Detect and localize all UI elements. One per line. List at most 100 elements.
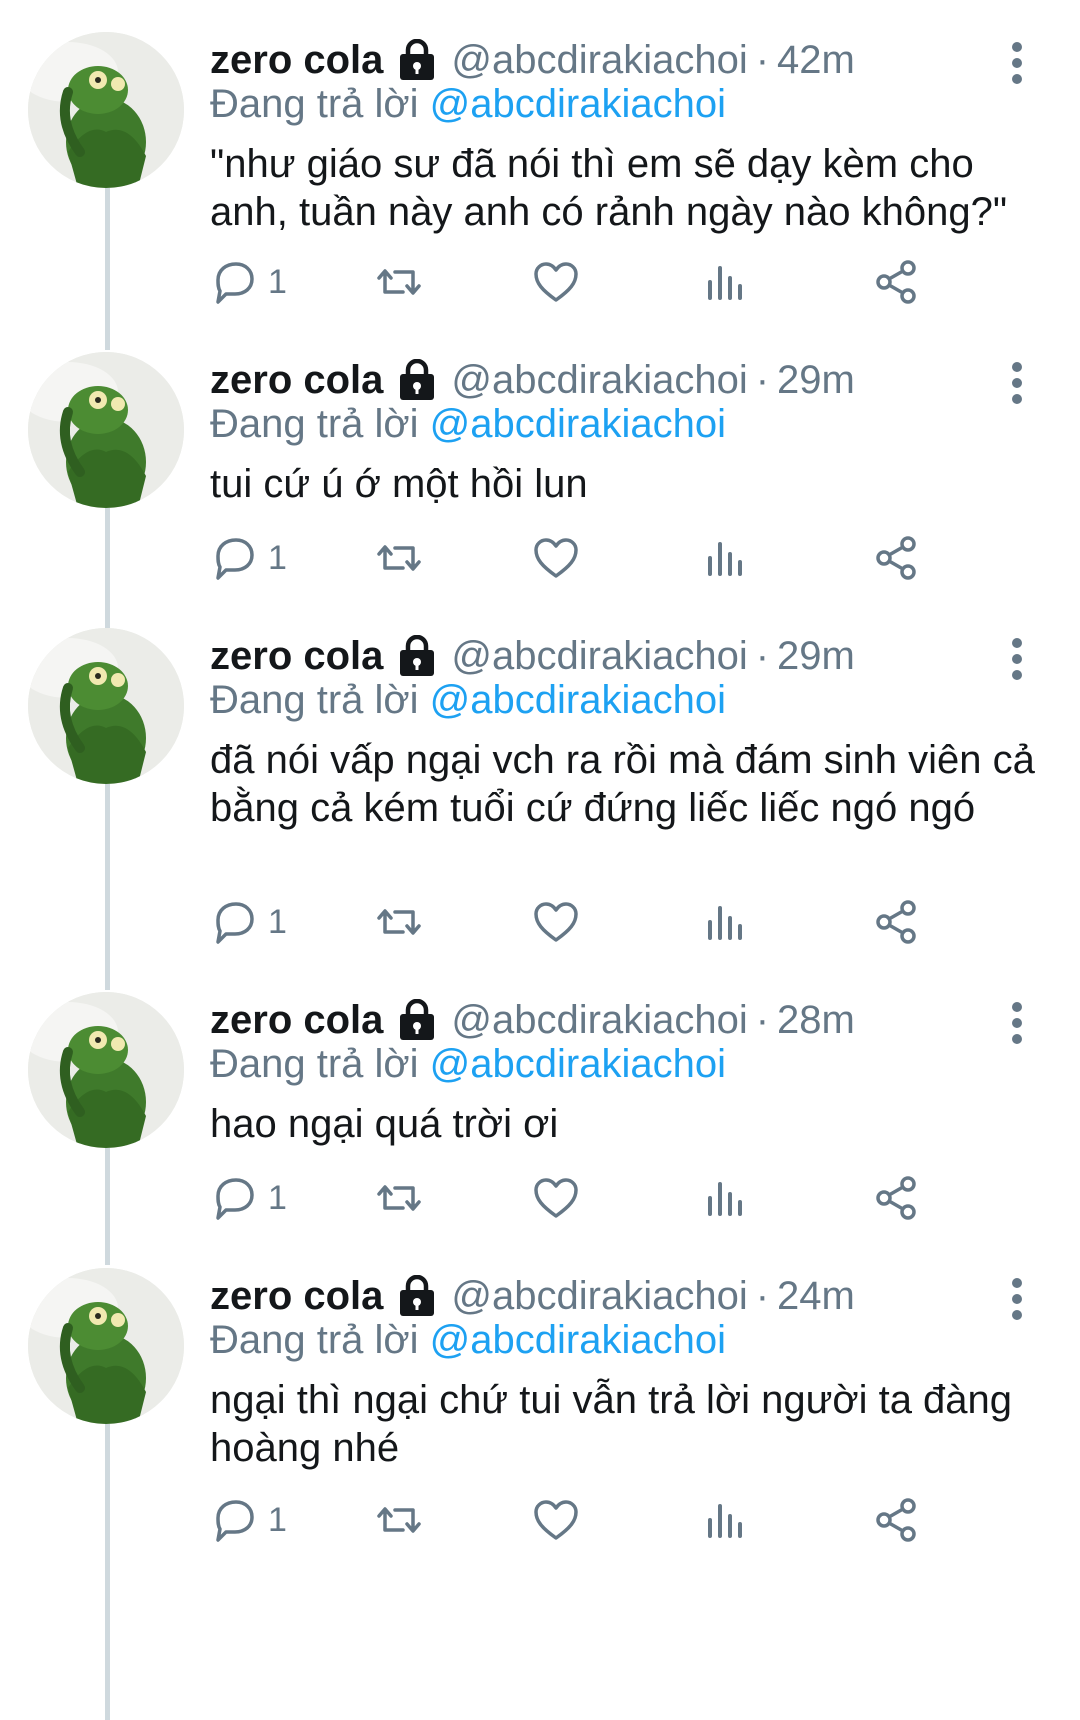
more-vertical-icon[interactable] <box>1002 1274 1032 1324</box>
reply-count: 1 <box>268 538 287 577</box>
user-handle[interactable]: @abcdirakiachoi <box>451 38 747 83</box>
replying-to-label: Đang trả lời <box>210 82 419 126</box>
more-vertical-icon[interactable] <box>1002 634 1032 684</box>
replying-to-label: Đang trả lời <box>210 1318 419 1362</box>
lock-icon <box>400 635 435 676</box>
analytics-button[interactable] <box>702 1168 750 1228</box>
avatar[interactable] <box>28 32 184 188</box>
kermit-avatar-image <box>28 352 184 508</box>
display-name[interactable]: zero cola <box>210 358 383 403</box>
user-handle[interactable]: @abcdirakiachoi <box>451 358 747 403</box>
user-handle[interactable]: @abcdirakiachoi <box>451 998 747 1043</box>
tweet-header: zero cola @abcdirakiachoi · 29m <box>210 626 855 686</box>
thread-line <box>105 1415 110 1720</box>
replying-to: Đang trả lời @abcdirakiachoi <box>210 1318 726 1363</box>
reply-icon <box>216 538 254 580</box>
analytics-button[interactable] <box>702 252 750 312</box>
reply-button[interactable]: 1 <box>210 252 287 312</box>
retweet-button[interactable] <box>375 252 423 312</box>
like-button[interactable] <box>532 252 580 312</box>
like-button[interactable] <box>532 1490 580 1550</box>
display-name[interactable]: zero cola <box>210 998 383 1043</box>
analytics-icon <box>708 542 742 576</box>
separator-dot: · <box>755 357 770 402</box>
reply-icon <box>216 1500 254 1542</box>
more-vertical-icon[interactable] <box>1002 38 1032 88</box>
share-button[interactable] <box>872 528 920 588</box>
reply-count: 1 <box>268 1178 287 1217</box>
share-button[interactable] <box>872 892 920 952</box>
reply-button[interactable]: 1 <box>210 1490 287 1550</box>
separator-dot: · <box>755 997 770 1042</box>
retweet-button[interactable] <box>375 528 423 588</box>
share-button[interactable] <box>872 1168 920 1228</box>
heart-icon <box>534 262 578 302</box>
retweet-icon <box>377 1185 421 1211</box>
share-button[interactable] <box>872 252 920 312</box>
timestamp[interactable]: 28m <box>777 998 855 1043</box>
avatar[interactable] <box>28 628 184 784</box>
share-icon <box>876 536 916 580</box>
display-name[interactable]: zero cola <box>210 38 383 83</box>
tweet-text: đã nói vấp ngại vch ra rồi mà đám sinh v… <box>210 738 1035 830</box>
heart-icon <box>534 1500 578 1540</box>
retweet-button[interactable] <box>375 1490 423 1550</box>
lock-icon <box>400 1275 435 1316</box>
reply-button[interactable]: 1 <box>210 1168 287 1228</box>
retweet-icon <box>377 545 421 571</box>
replying-to-mention[interactable]: @abcdirakiachoi <box>430 1318 726 1362</box>
user-handle[interactable]: @abcdirakiachoi <box>451 1274 747 1319</box>
replying-to: Đang trả lời @abcdirakiachoi <box>210 402 726 447</box>
action-bar: 1 <box>210 528 1010 588</box>
analytics-button[interactable] <box>702 892 750 952</box>
timestamp[interactable]: 24m <box>777 1274 855 1319</box>
action-bar: 1 <box>210 1168 1010 1228</box>
more-vertical-icon[interactable] <box>1002 358 1032 408</box>
like-button[interactable] <box>532 528 580 588</box>
more-vertical-icon[interactable] <box>1002 998 1032 1048</box>
lock-icon <box>400 999 435 1040</box>
share-icon <box>876 260 916 304</box>
timestamp[interactable]: 42m <box>777 38 855 83</box>
action-bar: 1 <box>210 1490 1010 1550</box>
replying-to-label: Đang trả lời <box>210 678 419 722</box>
avatar[interactable] <box>28 352 184 508</box>
replying-to-mention[interactable]: @abcdirakiachoi <box>430 1042 726 1086</box>
thread-line <box>105 500 110 628</box>
tweet-text: ngại thì ngại chứ tui vẫn trả lời người … <box>210 1378 1013 1470</box>
retweet-button[interactable] <box>375 1168 423 1228</box>
share-button[interactable] <box>872 1490 920 1550</box>
tweet-header: zero cola @abcdirakiachoi · 29m <box>210 350 855 410</box>
analytics-button[interactable] <box>702 1490 750 1550</box>
thread-line <box>105 1140 110 1265</box>
user-handle[interactable]: @abcdirakiachoi <box>451 634 747 679</box>
reply-button[interactable]: 1 <box>210 528 287 588</box>
replying-to-mention[interactable]: @abcdirakiachoi <box>430 402 726 446</box>
replying-to: Đang trả lời @abcdirakiachoi <box>210 1042 726 1087</box>
like-button[interactable] <box>532 1168 580 1228</box>
separator-dot: · <box>755 1273 770 1318</box>
replying-to-label: Đang trả lời <box>210 1042 419 1086</box>
avatar[interactable] <box>28 992 184 1148</box>
display-name[interactable]: zero cola <box>210 634 383 679</box>
analytics-button[interactable] <box>702 528 750 588</box>
replying-to-mention[interactable]: @abcdirakiachoi <box>430 82 726 126</box>
like-button[interactable] <box>532 892 580 952</box>
display-name[interactable]: zero cola <box>210 1274 383 1319</box>
replying-to-mention[interactable]: @abcdirakiachoi <box>430 678 726 722</box>
analytics-icon <box>708 1182 742 1216</box>
separator-dot: · <box>755 633 770 678</box>
timestamp[interactable]: 29m <box>777 358 855 403</box>
reply-button[interactable]: 1 <box>210 892 287 952</box>
lock-icon <box>400 359 435 400</box>
avatar[interactable] <box>28 1268 184 1424</box>
tweet-header: zero cola @abcdirakiachoi · 28m <box>210 990 855 1050</box>
analytics-icon <box>708 1504 742 1538</box>
timestamp[interactable]: 29m <box>777 634 855 679</box>
lock-icon <box>400 39 435 80</box>
kermit-avatar-image <box>28 32 184 188</box>
thread-line <box>105 180 110 350</box>
replying-to: Đang trả lời @abcdirakiachoi <box>210 82 726 127</box>
reply-count: 1 <box>268 1500 287 1539</box>
retweet-button[interactable] <box>375 892 423 952</box>
